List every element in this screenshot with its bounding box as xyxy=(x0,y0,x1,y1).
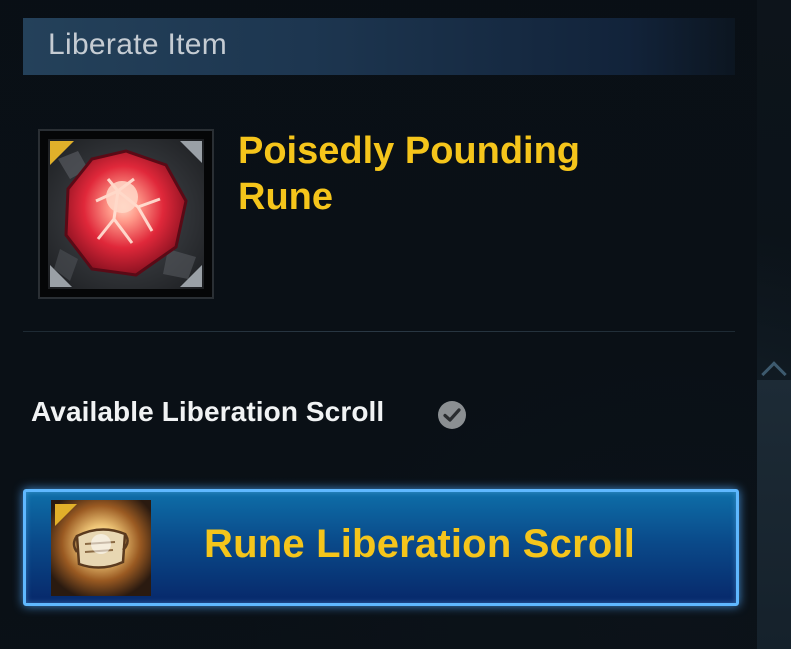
header-bar: Liberate Item xyxy=(23,18,735,75)
scroll-icon xyxy=(51,500,151,596)
divider xyxy=(23,331,735,332)
available-scroll-label: Available Liberation Scroll xyxy=(31,396,385,427)
check-circle-icon[interactable] xyxy=(437,400,467,430)
frame-corner-icon xyxy=(180,141,202,163)
liberate-panel: Liberate Item Poisedly Pounding Rune Ava… xyxy=(0,0,757,649)
rune-liberation-scroll-button[interactable]: Rune Liberation Scroll xyxy=(23,489,739,606)
rarity-corner-icon xyxy=(55,504,77,526)
rarity-corner-icon xyxy=(50,141,74,165)
side-panel-edge xyxy=(757,380,791,649)
header-title: Liberate Item xyxy=(48,28,227,61)
liberate-item-screen: Liberate Item Poisedly Pounding Rune Ava… xyxy=(0,0,791,649)
item-name: Poisedly Pounding Rune xyxy=(238,130,581,218)
item-slot[interactable] xyxy=(40,131,212,297)
scroll-button-label: Rune Liberation Scroll xyxy=(204,522,636,566)
frame-corner-icon xyxy=(50,265,72,287)
frame-corner-icon xyxy=(180,265,202,287)
